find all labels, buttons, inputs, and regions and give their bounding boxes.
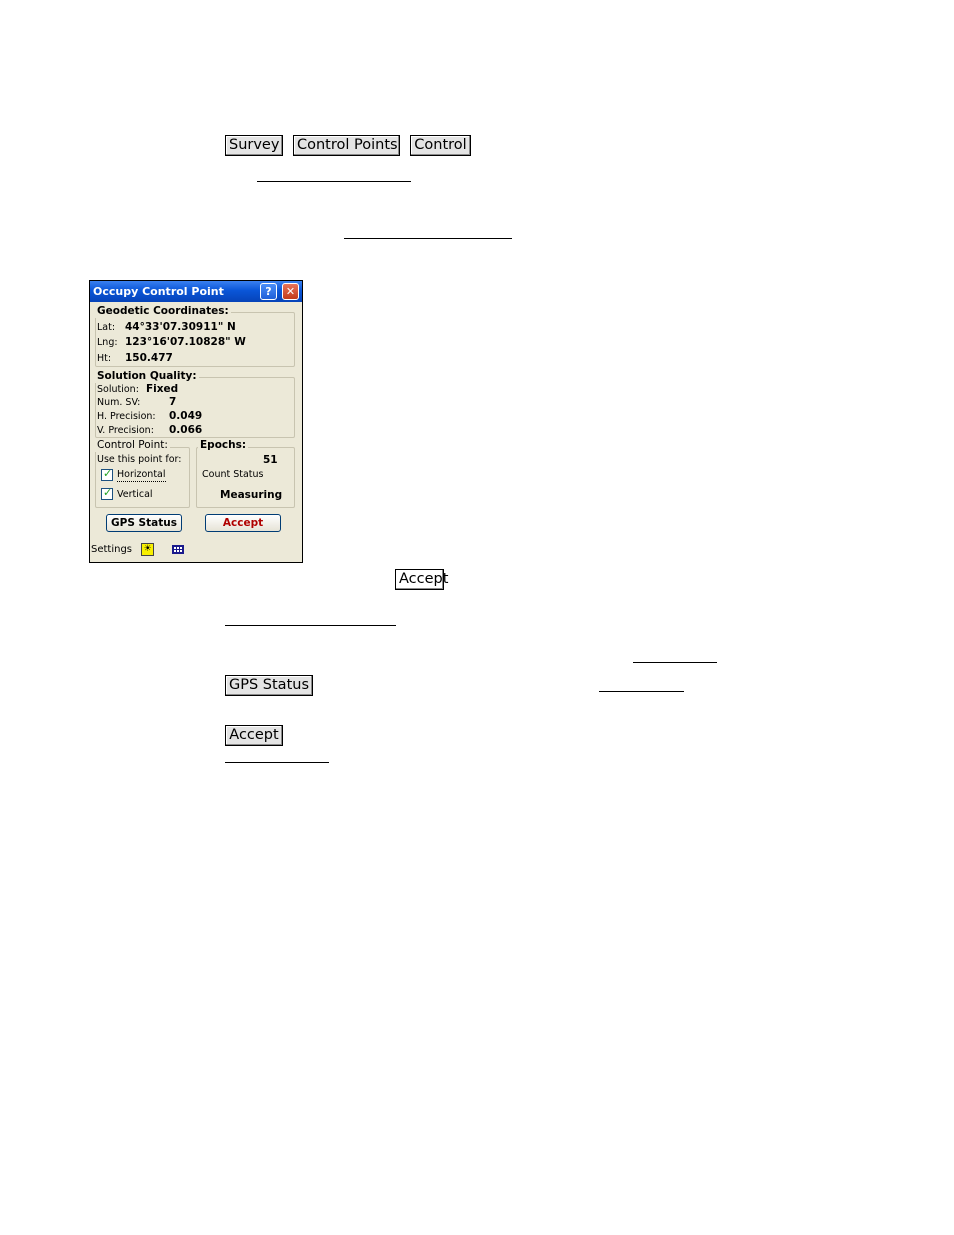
dialog-title: Occupy Control Point xyxy=(93,285,224,298)
control-button[interactable]: Control xyxy=(410,135,471,156)
lng-label: Lng: xyxy=(97,337,118,348)
v-precision-value: 0.066 xyxy=(169,424,203,436)
accept-dialog-button[interactable]: Accept xyxy=(205,514,281,532)
geodetic-label: Geodetic Coordinates: xyxy=(95,305,231,318)
occupy-control-point-dialog: Occupy Control Point ? ✕ Geodetic Coordi… xyxy=(89,280,303,563)
num-sv-value: 7 xyxy=(169,396,177,408)
num-sv-label: Num. SV: xyxy=(97,397,141,408)
underline-rule xyxy=(225,762,329,763)
lat-value: 44°33'07.30911" N xyxy=(125,321,236,333)
close-icon[interactable]: ✕ xyxy=(282,283,299,300)
vertical-checkbox[interactable]: ✓ xyxy=(101,486,113,500)
gps-status-dialog-button[interactable]: GPS Status xyxy=(106,514,182,532)
help-icon[interactable]: ? xyxy=(260,283,277,300)
control-point-label: Control Point: xyxy=(95,439,170,452)
solution-value: Fixed xyxy=(146,383,179,395)
epochs-status: Measuring xyxy=(220,489,283,501)
sun-icon[interactable]: ☀ xyxy=(141,543,154,556)
gps-status-button[interactable]: GPS Status xyxy=(225,675,313,696)
underline-rule xyxy=(257,181,411,182)
lng-value: 123°16'07.10828" W xyxy=(125,336,246,348)
use-for-label: Use this point for: xyxy=(97,454,182,465)
settings-label[interactable]: Settings xyxy=(91,544,132,556)
underline-rule xyxy=(633,662,717,663)
control-points-button[interactable]: Control Points xyxy=(293,135,400,156)
survey-button[interactable]: Survey xyxy=(225,135,283,156)
epochs-count: 51 xyxy=(263,454,278,466)
horizontal-label[interactable]: Horizontal xyxy=(117,469,166,482)
solution-label: Solution: xyxy=(97,384,139,395)
accept-button[interactable]: Accept xyxy=(225,725,283,746)
accept-inline-button[interactable]: Accept xyxy=(395,569,448,590)
v-precision-label: V. Precision: xyxy=(97,425,154,436)
underline-rule xyxy=(225,625,396,626)
underline-rule xyxy=(344,238,512,239)
vertical-label[interactable]: Vertical xyxy=(117,489,153,501)
lat-label: Lat: xyxy=(97,322,116,333)
ht-label: Ht: xyxy=(97,353,112,364)
dialog-titlebar: Occupy Control Point ? ✕ xyxy=(90,281,302,302)
check-icon: ✓ xyxy=(103,486,113,499)
ht-value: 150.477 xyxy=(125,352,173,364)
check-icon: ✓ xyxy=(103,467,113,480)
h-precision-value: 0.049 xyxy=(169,410,203,422)
horizontal-checkbox[interactable]: ✓ xyxy=(101,467,113,481)
epochs-label: Epochs: xyxy=(198,439,249,452)
h-precision-label: H. Precision: xyxy=(97,411,156,422)
solution-quality-label: Solution Quality: xyxy=(95,370,199,383)
grid-icon[interactable] xyxy=(172,545,184,554)
count-status-label: Count Status xyxy=(202,469,264,480)
underline-rule xyxy=(599,691,684,692)
